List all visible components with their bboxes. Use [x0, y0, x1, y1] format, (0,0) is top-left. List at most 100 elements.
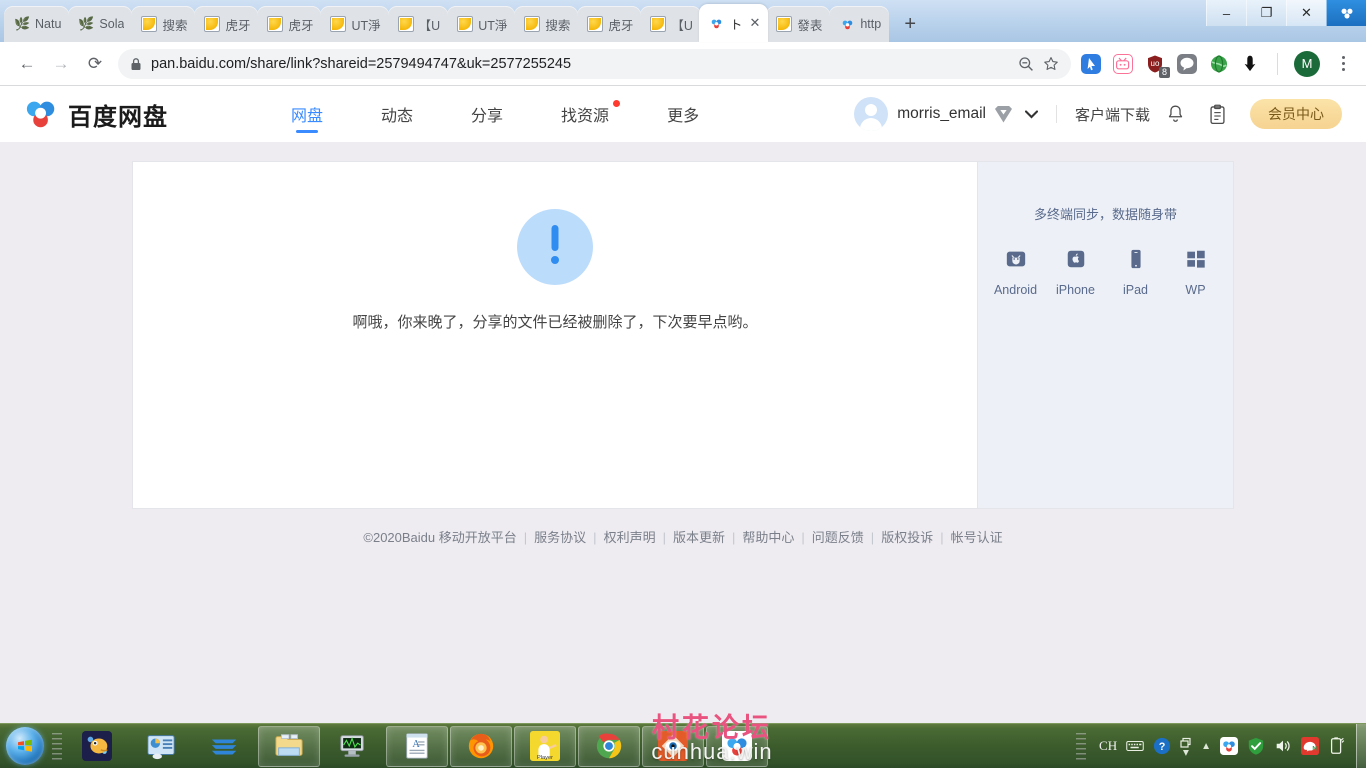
line-extension-icon[interactable]: [1177, 53, 1197, 74]
footer-link[interactable]: 服务协议: [534, 530, 586, 545]
nav-item-动态[interactable]: 动态: [352, 86, 442, 142]
nav-item-分享[interactable]: 分享: [442, 86, 532, 142]
back-button[interactable]: ←: [12, 49, 42, 79]
browser-tab[interactable]: 虎牙: [194, 6, 259, 42]
footer-link[interactable]: 帐号认证: [951, 530, 1003, 545]
browser-tab[interactable]: 【U: [640, 6, 701, 42]
taskbar-item-chrome[interactable]: [578, 725, 640, 767]
extension-tray: uo 8 M: [1081, 50, 1356, 78]
svg-text:?: ?: [1159, 741, 1166, 753]
kebab-menu-icon[interactable]: [1332, 56, 1354, 71]
browser-tab[interactable]: Natu: [4, 6, 70, 42]
tab-close-icon[interactable]: ✕: [749, 15, 760, 31]
clipboard-icon[interactable]: [1200, 97, 1234, 131]
folder-icon: [274, 731, 304, 761]
firefox-icon: [466, 731, 496, 761]
site-logo[interactable]: 百度网盘: [24, 97, 262, 132]
client-download-link[interactable]: 客户端下载: [1075, 104, 1150, 125]
user-menu[interactable]: morris_email: [854, 97, 1038, 131]
nav-item-网盘[interactable]: 网盘: [262, 86, 352, 142]
cursor-extension-icon[interactable]: [1081, 53, 1101, 74]
window-maximize-button[interactable]: ❐: [1246, 0, 1286, 26]
taskbar-item-monitor[interactable]: [322, 726, 384, 767]
tray-youdao-icon[interactable]: N: [1301, 737, 1319, 755]
platform-iphone[interactable]: iPhone: [1056, 247, 1095, 297]
window-close-button[interactable]: ✕: [1286, 0, 1326, 26]
site-nav: 网盘 动态 分享 找资源 更多: [262, 86, 728, 142]
tray-grip[interactable]: [1076, 726, 1087, 766]
tray-battery-icon[interactable]: [1328, 737, 1346, 755]
platform-label: iPhone: [1056, 283, 1095, 297]
tab-title: 搜索: [162, 18, 188, 33]
tab-title: 虎牙: [225, 18, 251, 33]
tab-title: 虎牙: [288, 18, 314, 33]
taskbar-grip[interactable]: [52, 726, 62, 766]
tab-title: 虎牙: [608, 18, 634, 33]
platform-wp[interactable]: WP: [1178, 247, 1214, 297]
forward-button[interactable]: →: [46, 49, 76, 79]
bilibili-extension-icon[interactable]: [1113, 53, 1133, 74]
window-controls: – ❐ ✕: [1206, 0, 1366, 28]
browser-tab[interactable]: UT淨: [320, 6, 389, 42]
taskbar-item-faststone[interactable]: [642, 725, 704, 767]
browser-tab[interactable]: 【U: [387, 6, 449, 42]
browser-tab[interactable]: 搜索: [131, 6, 196, 42]
iphone-icon: [1065, 247, 1087, 276]
zoom-out-icon[interactable]: [1018, 56, 1034, 72]
browser-tab[interactable]: 虎牙: [577, 6, 642, 42]
star-icon[interactable]: [1043, 56, 1059, 72]
browser-tab[interactable]: UT淨: [447, 6, 516, 42]
platform-label: WP: [1185, 283, 1206, 297]
language-indicator[interactable]: CH: [1099, 738, 1117, 754]
site-logo-text: 百度网盘: [68, 103, 168, 131]
vip-center-button[interactable]: 会员中心: [1250, 99, 1342, 129]
footer-copyright: ©2020Baidu 移动开放平台: [363, 530, 517, 545]
nav-item-找资源[interactable]: 找资源: [532, 86, 638, 142]
chevron-up-icon[interactable]: ▲: [1201, 741, 1211, 752]
profile-avatar[interactable]: M: [1294, 50, 1320, 77]
keyboard-icon[interactable]: [1126, 737, 1144, 755]
help-icon[interactable]: ?: [1153, 737, 1171, 755]
tray-shield-green-icon[interactable]: [1247, 737, 1265, 755]
show-desktop-button[interactable]: [1356, 723, 1366, 768]
taskbar-item-firefox[interactable]: [450, 725, 512, 767]
profile-initial: M: [1301, 56, 1313, 71]
reload-button[interactable]: ⟳: [80, 49, 110, 79]
footer-link[interactable]: 帮助中心: [742, 530, 794, 545]
platform-ipad[interactable]: iPad: [1118, 247, 1154, 297]
browser-tab[interactable]: Sola: [68, 6, 133, 42]
taskbar-item-dashboard[interactable]: [130, 726, 192, 767]
tray-baidu-pan-icon[interactable]: [1220, 737, 1238, 755]
footer-link[interactable]: 版权投诉: [881, 530, 933, 545]
download-extension-icon[interactable]: [1241, 54, 1261, 74]
bell-icon[interactable]: [1158, 97, 1192, 131]
taskbar-item-player[interactable]: Player: [514, 725, 576, 767]
extension-badge: 8: [1158, 66, 1170, 78]
window-extra-button[interactable]: [1326, 0, 1366, 26]
tray-volume-icon[interactable]: [1274, 737, 1292, 755]
platform-android[interactable]: Android: [994, 247, 1037, 297]
system-tray: CH ? ▲ ▲ N: [1072, 726, 1350, 767]
tray-window-icon[interactable]: ▲: [1180, 737, 1192, 758]
footer-link[interactable]: 问题反馈: [812, 530, 864, 545]
window-minimize-button[interactable]: –: [1206, 0, 1246, 26]
taskbar-item-editplus[interactable]: [194, 726, 256, 767]
ublock-extension-icon[interactable]: uo 8: [1145, 54, 1170, 78]
taskbar-item-spore[interactable]: [66, 726, 128, 767]
start-button[interactable]: [2, 725, 48, 767]
browser-tab[interactable]: http: [829, 6, 890, 42]
browser-tab[interactable]: 虎牙: [257, 6, 322, 42]
taskbar-item-explorer[interactable]: [258, 725, 320, 767]
footer-link[interactable]: 权利声明: [604, 530, 656, 545]
footer-link[interactable]: 版本更新: [673, 530, 725, 545]
address-bar[interactable]: pan.baidu.com/share/link?shareid=2579494…: [118, 48, 1071, 79]
chevron-down-icon[interactable]: [1024, 109, 1038, 119]
browser-tab[interactable]: 發表: [766, 6, 831, 42]
taskbar-item-baidupan[interactable]: [706, 725, 768, 767]
new-tab-button[interactable]: +: [895, 9, 925, 39]
globe-extension-icon[interactable]: [1209, 54, 1229, 74]
browser-tab[interactable]: ト ✕: [698, 4, 769, 42]
nav-item-更多[interactable]: 更多: [638, 86, 728, 142]
browser-tab[interactable]: 搜索: [514, 6, 579, 42]
taskbar-item-wordpad[interactable]: A: [386, 725, 448, 767]
